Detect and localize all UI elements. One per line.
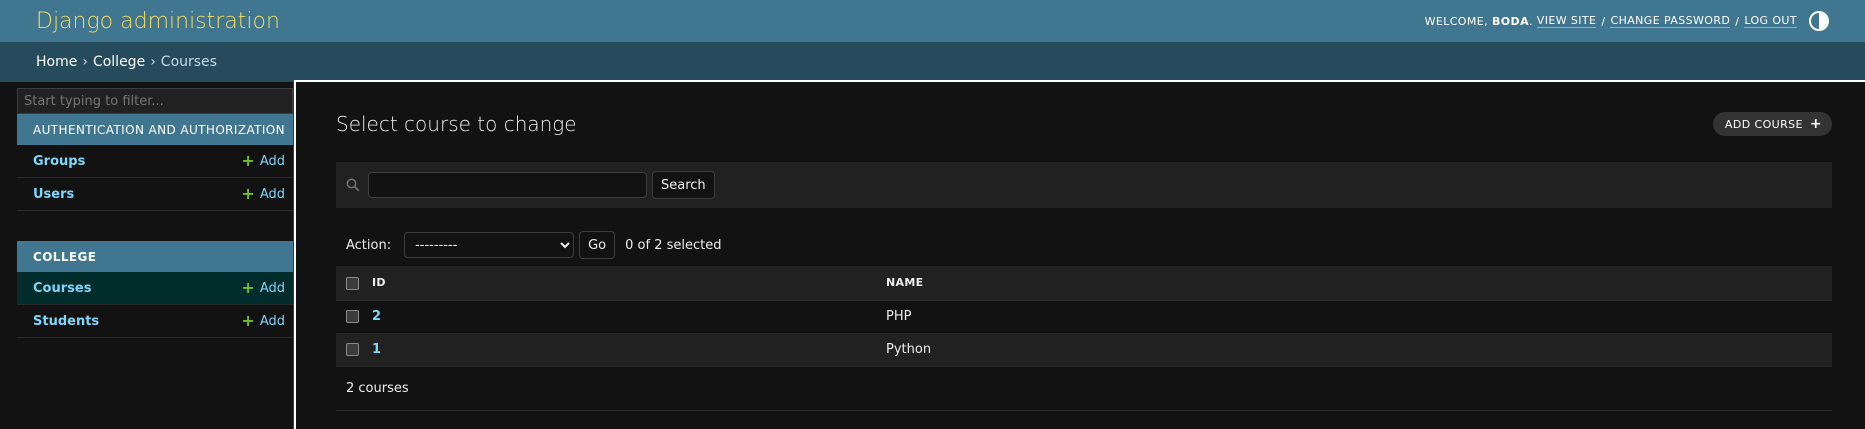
- column-header-id[interactable]: ID: [368, 266, 886, 301]
- plus-icon: +: [241, 151, 255, 170]
- column-header-name[interactable]: Name: [886, 266, 1832, 301]
- nav-filter-input[interactable]: [17, 88, 293, 114]
- row-checkbox[interactable]: [346, 343, 359, 356]
- sidebar-item-students-link[interactable]: Students: [33, 314, 99, 329]
- separator: /: [1601, 14, 1606, 28]
- breadcrumb-app[interactable]: College: [93, 54, 145, 70]
- search-toolbar: Search: [336, 162, 1832, 208]
- row-id-link[interactable]: 2: [372, 309, 381, 324]
- select-all-checkbox[interactable]: [346, 276, 359, 290]
- separator: /: [1735, 14, 1740, 28]
- change-password-link[interactable]: Change password: [1610, 14, 1731, 28]
- content: Select course to change Add course + Sea…: [294, 80, 1865, 429]
- selected-counter: 0 of 2 selected: [625, 237, 722, 253]
- app-caption-college[interactable]: College: [17, 241, 293, 272]
- header: Django administration Welcome, Boda. Vie…: [0, 0, 1865, 42]
- app-caption-auth[interactable]: Authentication and Authorization: [17, 114, 293, 145]
- actions-bar: Action: --------- Go 0 of 2 selected: [336, 230, 1832, 260]
- table-row: 2 PHP: [336, 300, 1832, 334]
- action-label: Action:: [346, 237, 392, 253]
- sidebar-item-users-link[interactable]: Users: [33, 187, 74, 202]
- breadcrumb-home[interactable]: Home: [36, 54, 77, 70]
- sidebar-item-students: Students + Add: [17, 305, 293, 338]
- add-course-button[interactable]: Add course +: [1712, 112, 1832, 136]
- action-select[interactable]: ---------: [404, 232, 575, 258]
- add-label: Add: [259, 313, 285, 329]
- breadcrumb-separator: ›: [150, 54, 156, 70]
- search-icon: [346, 178, 360, 192]
- view-site-link[interactable]: View site: [1536, 14, 1597, 28]
- add-label: Add: [259, 153, 285, 169]
- welcome-period: .: [1528, 14, 1537, 28]
- welcome-text: Welcome,: [1424, 14, 1488, 28]
- table-header-row: ID Name: [336, 266, 1832, 301]
- theme-toggle-icon[interactable]: [1809, 11, 1829, 31]
- sidebar-item-courses: Courses + Add: [17, 272, 293, 305]
- plus-icon: +: [241, 184, 255, 203]
- table-row: 1 Python: [336, 333, 1832, 367]
- add-group-link[interactable]: + Add: [241, 153, 285, 169]
- breadcrumb-separator: ›: [82, 54, 88, 70]
- sidebar-item-users: Users + Add: [17, 178, 293, 211]
- search-button[interactable]: Search: [652, 171, 715, 199]
- page-title: Select course to change: [336, 112, 577, 136]
- username: Boda: [1492, 14, 1529, 28]
- log-out-link[interactable]: Log out: [1744, 14, 1797, 28]
- add-course-link[interactable]: + Add: [241, 280, 285, 296]
- add-user-link[interactable]: + Add: [241, 186, 285, 202]
- result-table: ID Name 2 PHP 1 Python: [336, 266, 1832, 367]
- sidebar-item-groups: Groups + Add: [17, 145, 293, 178]
- select-all-cell: [336, 266, 368, 301]
- plus-icon: +: [1809, 116, 1822, 132]
- row-checkbox[interactable]: [346, 310, 359, 323]
- row-id-link[interactable]: 1: [372, 342, 381, 357]
- main: Authentication and Authorization Groups …: [0, 80, 1865, 429]
- sidebar-item-groups-link[interactable]: Groups: [33, 154, 85, 169]
- nav-sidebar: Authentication and Authorization Groups …: [17, 82, 294, 429]
- paginator: 2 courses: [336, 367, 1832, 411]
- breadcrumb-current: Courses: [160, 54, 217, 70]
- breadcrumb: Home › College › Courses: [0, 42, 1865, 82]
- add-student-link[interactable]: + Add: [241, 313, 285, 329]
- plus-icon: +: [241, 278, 255, 297]
- add-label: Add: [259, 280, 285, 296]
- search-input[interactable]: [368, 172, 647, 198]
- add-course-label: Add course: [1724, 117, 1803, 131]
- add-label: Add: [259, 186, 285, 202]
- row-name: Python: [886, 333, 1832, 367]
- user-tools: Welcome, Boda. View site / Change passwo…: [1425, 11, 1829, 31]
- go-button[interactable]: Go: [579, 231, 616, 259]
- content-header: Select course to change Add course +: [336, 106, 1832, 142]
- plus-icon: +: [241, 311, 255, 330]
- sidebar-item-courses-link[interactable]: Courses: [33, 281, 91, 296]
- site-name[interactable]: Django administration: [36, 9, 280, 34]
- row-name: PHP: [886, 300, 1832, 334]
